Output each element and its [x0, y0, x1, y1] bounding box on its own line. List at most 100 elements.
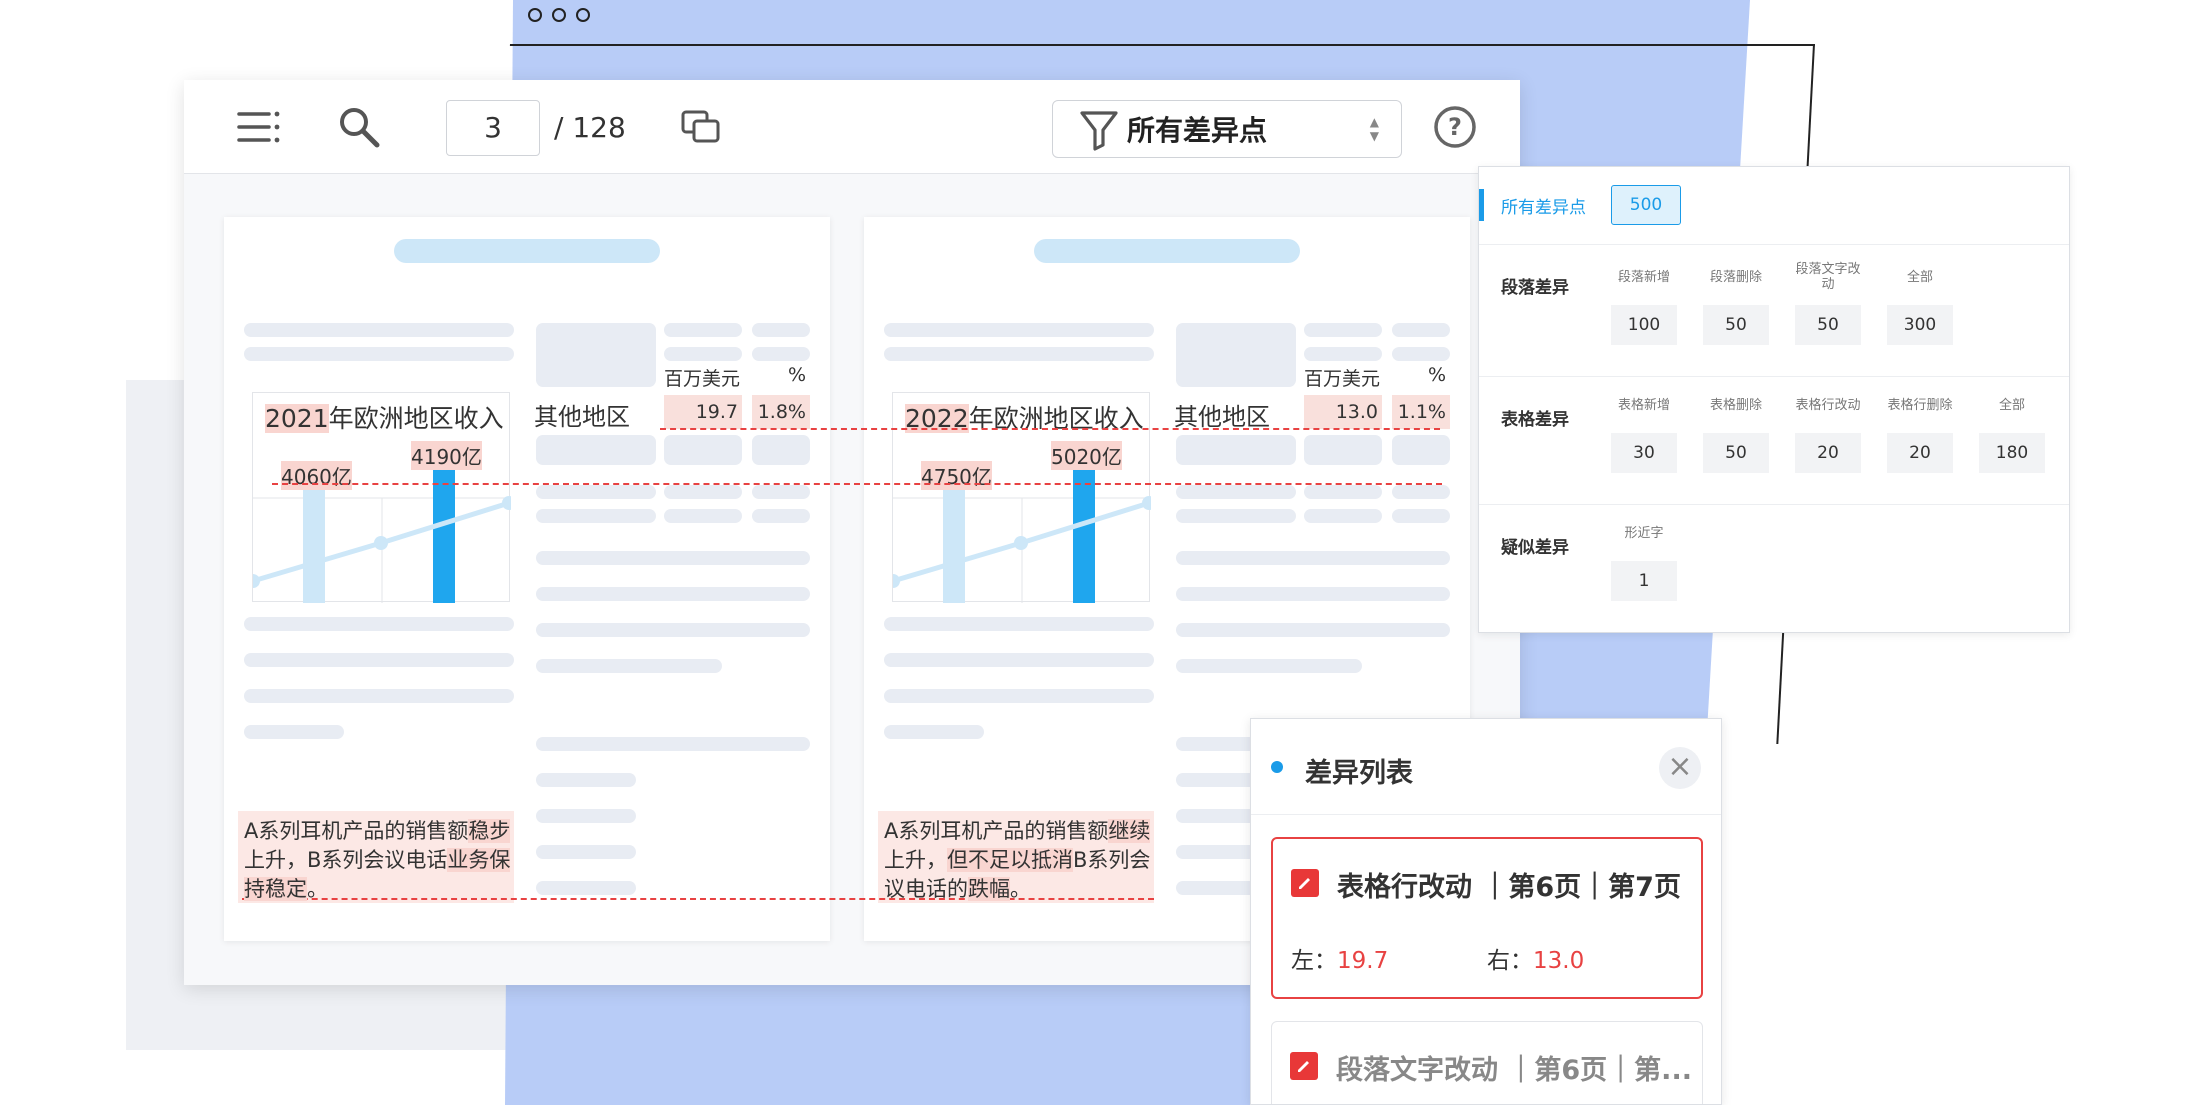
help-icon[interactable]: ?: [1432, 104, 1478, 150]
bar-label: 4750亿: [921, 461, 992, 490]
chart-title-rest: 年欧洲地区收入: [328, 404, 504, 433]
page-total: / 128: [554, 111, 626, 144]
diff-list-title: 差异列表: [1305, 758, 1413, 789]
diff-category[interactable]: 形近字 1: [1609, 517, 1679, 601]
diff-category[interactable]: 段落文字改动 50: [1793, 261, 1863, 345]
chart-title-year: 2021: [265, 404, 329, 433]
chart-point: [1014, 536, 1028, 550]
bar-label: 4060亿: [281, 461, 352, 490]
diff-category[interactable]: 表格删除 50: [1701, 389, 1771, 473]
text-placeholder: [1304, 435, 1382, 465]
revenue-chart: 2022年欧洲地区收入 4750亿 5020亿: [892, 392, 1151, 603]
all-diffs-label: 所有差异点: [1501, 198, 1586, 218]
text-placeholder: [1392, 485, 1450, 499]
left-document-page: 百万美元 % 其他地区 19.7 1.8% 2021年欧洲地区收入 4060亿 …: [224, 217, 830, 941]
diff-category[interactable]: 段落删除 50: [1701, 261, 1771, 345]
table-cell-value: 19.7: [664, 395, 742, 429]
diff-list-header: 差异列表 ×: [1251, 719, 1721, 815]
text-placeholder: [884, 653, 1154, 667]
diff-category-count[interactable]: 20: [1795, 433, 1861, 473]
diff-category[interactable]: 表格新增 30: [1609, 389, 1679, 473]
chart-point: [253, 574, 260, 588]
diff-category-count[interactable]: 1: [1611, 561, 1677, 601]
text-placeholder: [536, 659, 722, 673]
diff-summary-panel: 所有差异点 500 段落差异 段落新增 100 段落删除 50 段落文字改动 5…: [1478, 166, 2070, 633]
text-placeholder: [884, 323, 1154, 337]
table-cell-percent: 1.1%: [1392, 395, 1450, 429]
diff-card[interactable]: 段落文字改动 ｜第6页｜第...: [1271, 1021, 1703, 1104]
menu-icon[interactable]: [236, 104, 282, 150]
text-placeholder: [536, 737, 810, 751]
section-title: 段落差异: [1501, 278, 1569, 298]
text-placeholder: [664, 435, 742, 465]
diff-card-title: 表格行改动 ｜第6页｜第7页: [1337, 872, 1681, 903]
text-placeholder: [664, 485, 742, 499]
sort-icon: ▲ ▼: [1369, 115, 1379, 143]
text-placeholder: [536, 323, 656, 387]
text-placeholder: [752, 485, 810, 499]
diff-category-count[interactable]: 50: [1795, 305, 1861, 345]
diff-category[interactable]: 全部 180: [1977, 389, 2047, 473]
window-dot-icon: [576, 8, 590, 22]
diff-category-count[interactable]: 100: [1611, 305, 1677, 345]
all-diffs-count[interactable]: 500: [1611, 185, 1681, 225]
text-placeholder: [244, 323, 514, 337]
diff-category[interactable]: 表格行删除 20: [1885, 389, 1955, 473]
diff-category-label: 表格行改动: [1795, 397, 1861, 413]
diff-card[interactable]: 表格行改动 ｜第6页｜第7页 左：19.7 右：13.0: [1271, 837, 1703, 999]
window-dot-icon: [552, 8, 566, 22]
bar-label: 5020亿: [1051, 441, 1122, 470]
text-placeholder: [1176, 659, 1362, 673]
diff-category-count[interactable]: 300: [1887, 305, 1953, 345]
edit-icon: [1291, 869, 1319, 897]
filter-select[interactable]: 所有差异点 ▲ ▼: [1052, 100, 1402, 158]
text-placeholder: [884, 725, 984, 739]
paragraph-diff-section: 段落差异 段落新增 100 段落删除 50 段落文字改动 50 全部 300: [1479, 245, 2069, 377]
diff-category-label: 全部: [1906, 269, 1933, 285]
text-placeholder: [752, 509, 810, 523]
diff-card-title: 段落文字改动 ｜第6页｜第...: [1336, 1055, 1692, 1086]
section-title: 疑似差异: [1501, 538, 1569, 558]
search-icon[interactable]: [336, 104, 382, 150]
text-placeholder: [244, 617, 514, 631]
active-indicator: [1479, 189, 1484, 221]
diff-category-label: 形近字: [1624, 525, 1664, 541]
text-placeholder: [752, 435, 810, 465]
diff-category[interactable]: 表格行改动 20: [1793, 389, 1863, 473]
text-placeholder: [1304, 323, 1382, 337]
copy-icon[interactable]: [678, 104, 724, 150]
close-icon[interactable]: ×: [1659, 747, 1701, 789]
text-placeholder: [1392, 509, 1450, 523]
text-placeholder: [1392, 323, 1450, 337]
diff-category[interactable]: 段落新增 100: [1609, 261, 1679, 345]
text-placeholder: [1176, 551, 1450, 565]
text-placeholder: [1176, 435, 1296, 465]
page-number-input[interactable]: 3: [446, 100, 540, 156]
text-placeholder: [244, 653, 514, 667]
diff-category-count[interactable]: 20: [1887, 433, 1953, 473]
table-diff-section: 表格差异 表格新增 30 表格删除 50 表格行改动 20 表格行删除 20 全…: [1479, 377, 2069, 505]
all-diffs-row[interactable]: 所有差异点 500: [1479, 167, 2069, 245]
text-placeholder: [1304, 485, 1382, 499]
chart-bar: [943, 473, 965, 603]
dot-icon: [1271, 761, 1283, 773]
window-dot-icon: [528, 8, 542, 22]
diff-category[interactable]: 全部 300: [1885, 261, 1955, 345]
section-title: 表格差异: [1501, 410, 1569, 430]
diff-category-label: 表格行删除: [1887, 397, 1953, 413]
table-cell-value: 13.0: [1304, 395, 1382, 429]
diff-category-label: 全部: [1998, 397, 2025, 413]
diff-category-count[interactable]: 30: [1611, 433, 1677, 473]
table-row-label: 其他地区: [534, 403, 630, 431]
text-placeholder: [664, 347, 742, 361]
text-placeholder: [536, 773, 636, 787]
text-placeholder: [536, 435, 656, 465]
text-placeholder: [664, 323, 742, 337]
diff-category-count[interactable]: 180: [1979, 433, 2045, 473]
text-placeholder: [884, 617, 1154, 631]
diff-left-value: 左：19.7: [1291, 948, 1389, 974]
diff-category-count[interactable]: 50: [1703, 305, 1769, 345]
text-placeholder: [884, 689, 1154, 703]
diff-connector-line: [272, 483, 1442, 485]
diff-category-count[interactable]: 50: [1703, 433, 1769, 473]
